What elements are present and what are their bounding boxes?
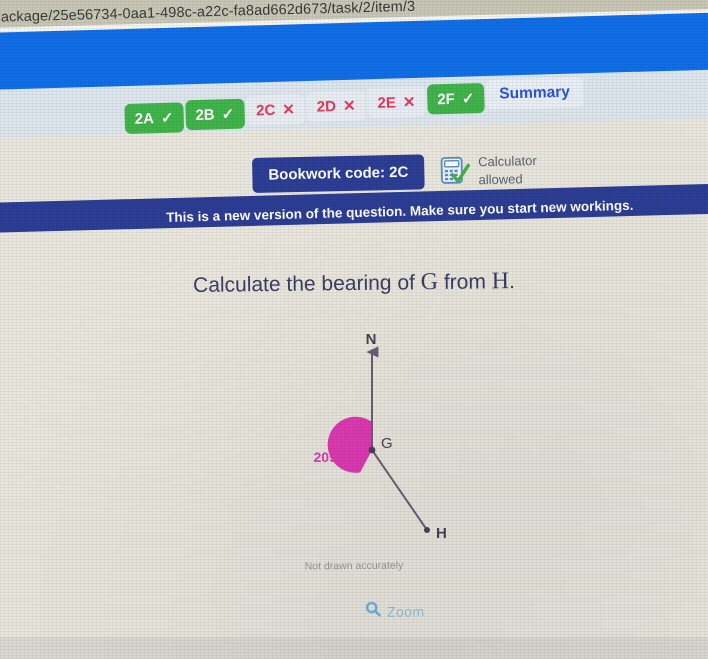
question-middle: from	[437, 270, 492, 294]
calculator-line-1: Calculator	[478, 153, 537, 170]
point-h-label: H	[436, 525, 447, 542]
cross-icon: ✕	[402, 93, 416, 111]
check-icon: ✓	[221, 105, 235, 123]
point-g-marker	[368, 446, 376, 454]
zoom-label: Zoom	[387, 602, 425, 620]
question-point-to: H	[491, 268, 510, 295]
calculator-allowed-text: Calculator allowed	[478, 152, 537, 188]
point-g-label: G	[381, 435, 393, 452]
calculator-allowed-group: Calculator allowed	[440, 152, 537, 189]
bearing-diagram-svg: N G H 205°	[314, 331, 447, 542]
tab-2d[interactable]: 2D ✕	[306, 90, 366, 122]
tab-2b-label: 2B	[195, 105, 215, 124]
north-label: N	[366, 331, 377, 348]
tab-2c[interactable]: 2C ✕	[245, 93, 306, 126]
tab-2f-label: 2F	[437, 90, 456, 108]
bottom-edge-strip	[0, 637, 708, 659]
tab-2a[interactable]: 2A ✓	[124, 102, 184, 134]
not-drawn-accurately-note: Not drawn accurately	[304, 559, 404, 573]
cross-icon: ✕	[282, 100, 296, 119]
question-point-from: G	[420, 268, 439, 296]
magnifier-icon	[365, 601, 381, 622]
angle-label: 205°	[314, 449, 343, 465]
tab-2f[interactable]: 2F ✓	[426, 82, 485, 115]
zoom-button[interactable]: Zoom	[365, 600, 425, 622]
tab-2e-label: 2E	[377, 93, 397, 112]
tab-2c-label: 2C	[255, 101, 276, 119]
question-prompt: Calculate the bearing of G from H.	[0, 266, 708, 302]
question-prefix: Calculate the bearing of	[192, 271, 421, 297]
tab-2a-label: 2A	[134, 109, 155, 128]
point-h-marker	[424, 527, 430, 533]
calculator-icon	[440, 155, 471, 188]
bearing-diagram: N G H 205°	[250, 322, 510, 572]
tab-2b[interactable]: 2B ✓	[185, 98, 245, 131]
tab-summary-label: Summary	[499, 83, 571, 103]
bookwork-code-badge: Bookwork code: 2C	[252, 154, 425, 194]
gh-line	[371, 449, 428, 531]
tab-2d-label: 2D	[316, 97, 337, 116]
check-icon: ✓	[160, 109, 174, 127]
bookwork-row: Bookwork code: 2C Calculator allowed	[252, 152, 537, 194]
question-suffix: .	[508, 270, 516, 294]
calculator-line-2: allowed	[478, 170, 523, 187]
cross-icon: ✕	[342, 97, 356, 115]
check-icon: ✓	[461, 89, 475, 108]
tab-summary[interactable]: Summary	[485, 77, 584, 110]
tab-2e[interactable]: 2E ✕	[367, 86, 426, 119]
